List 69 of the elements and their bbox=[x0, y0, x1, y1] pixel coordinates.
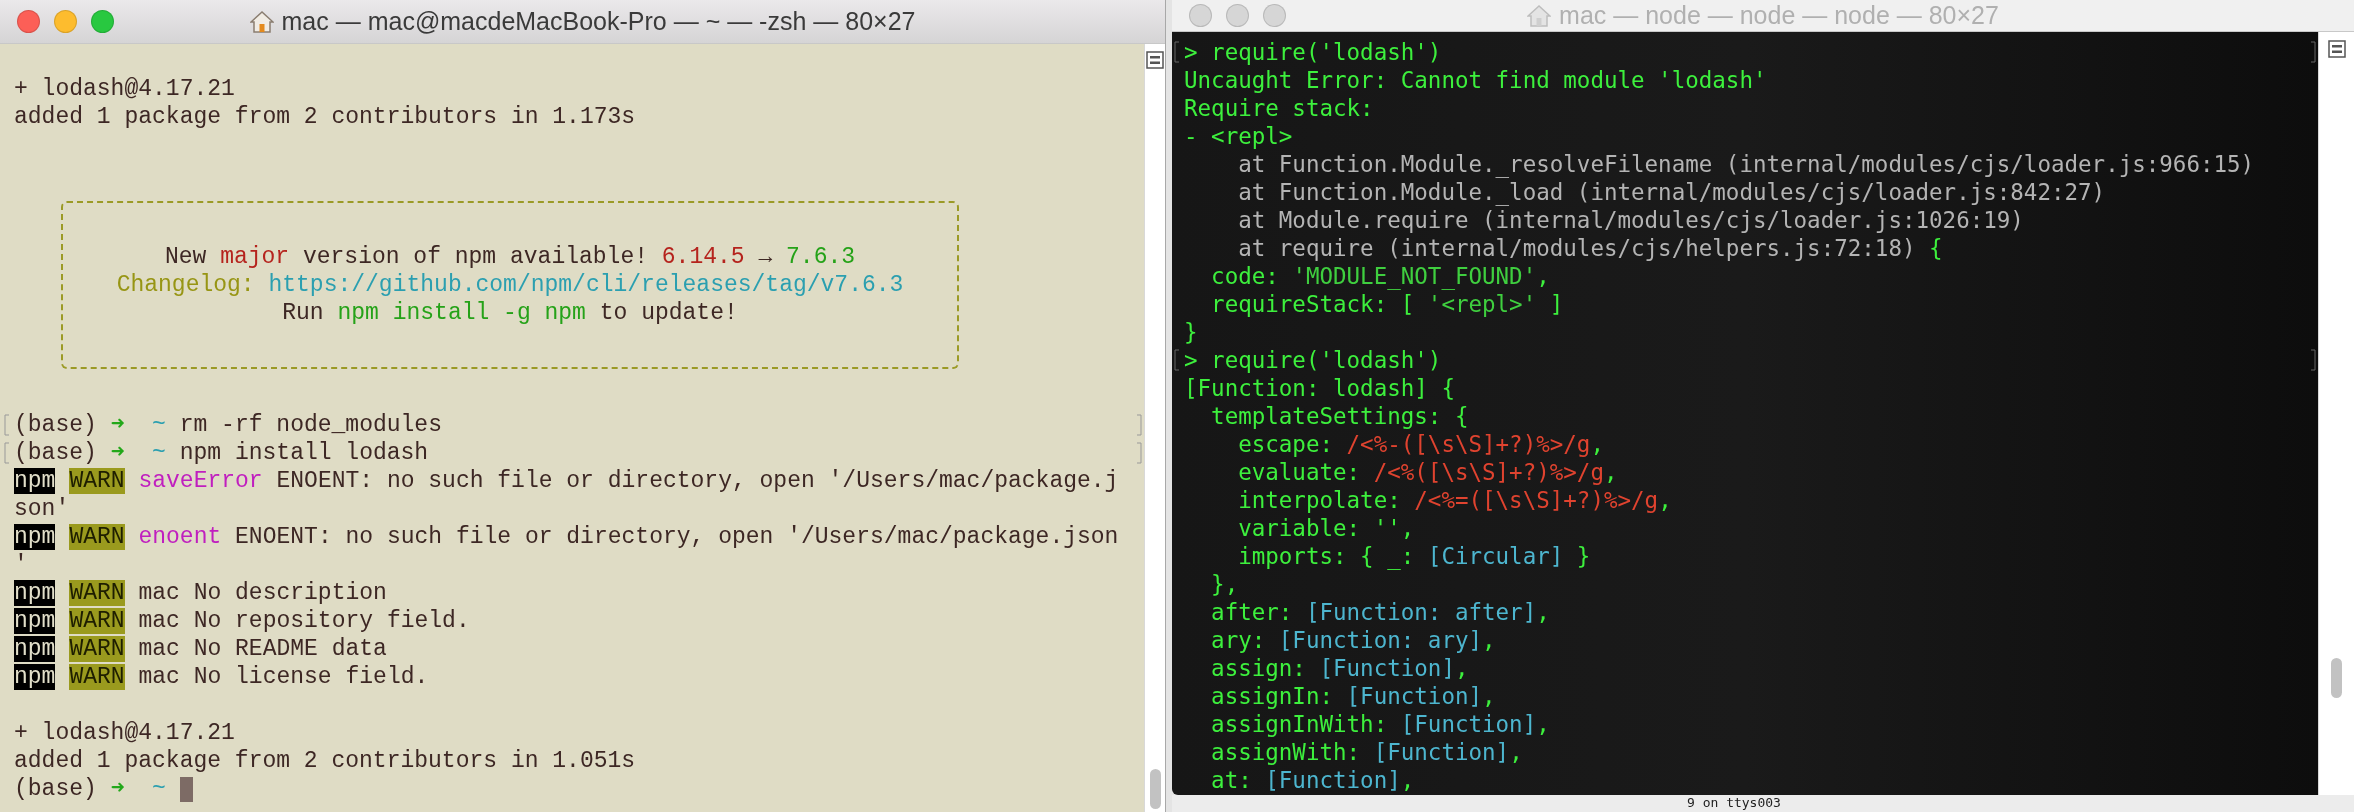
terminal-line: assignInWith: [Function], bbox=[1210, 710, 1550, 738]
terminal-line: + lodash@4.17.21 bbox=[14, 719, 235, 747]
terminal-line: assignIn: [Function], bbox=[1210, 682, 1496, 710]
terminal-line: ary: [Function: ary], bbox=[1210, 626, 1496, 654]
text-cursor bbox=[179, 776, 193, 802]
terminal-line: > require('lodash') bbox=[1184, 346, 1442, 374]
split-pane-icon[interactable] bbox=[2327, 40, 2346, 58]
terminal-line: at Module.require (internal/modules/cjs/loader.js:1026:19) bbox=[1237, 206, 2024, 234]
line-mark-icon bbox=[1174, 349, 1180, 371]
terminal-line: requireStack: [ '<repl>' ] bbox=[1210, 290, 1564, 318]
window-title: mac — mac@macdeMacBook-Pro — ~ — -zsh — 80×27 bbox=[281, 5, 916, 37]
terminal-line: assign: [Function], bbox=[1210, 654, 1469, 682]
terminal-line: added 1 package from 2 contributors in 1.051s bbox=[14, 747, 636, 775]
line-mark-icon bbox=[1174, 41, 1180, 63]
zoom-button[interactable] bbox=[1263, 4, 1286, 27]
terminal-line: evaluate: /<%([\s\S]+?)%>/g, bbox=[1237, 458, 1618, 486]
terminal-line: (base) ➜ ~ npm install lodash bbox=[14, 439, 429, 467]
terminal-line: assignWith: [Function], bbox=[1210, 738, 1523, 766]
home-icon bbox=[249, 10, 274, 33]
terminal-line: ' bbox=[14, 551, 28, 579]
terminal-line: templateSettings: { bbox=[1210, 402, 1469, 430]
terminal-line: npm WARN saveError ENOENT: no such file or directory, open '/Users/mac/package.j bbox=[14, 467, 1119, 495]
terminal-line: [Function: lodash] { bbox=[1184, 374, 1455, 402]
line-mark-icon bbox=[4, 442, 10, 464]
terminal-line: after: [Function: after], bbox=[1210, 598, 1550, 626]
scrollbar-thumb[interactable] bbox=[2331, 658, 2342, 698]
minimize-button[interactable] bbox=[54, 10, 77, 33]
terminal-line: npm WARN mac No README data bbox=[14, 635, 387, 663]
terminal-line: Changelog: https://github.com/npm/cli/releases/tag/v7.6.3 bbox=[116, 271, 904, 299]
terminal-line: npm WARN mac No description bbox=[14, 579, 387, 607]
terminal-line: at Function.Module._resolveFilename (internal/modules/cjs/loader.js:966:15) bbox=[1237, 150, 2255, 178]
terminal-line: npm WARN mac No license field. bbox=[14, 663, 429, 691]
terminal-line: } bbox=[1184, 318, 1198, 346]
terminal-line: npm WARN mac No repository field. bbox=[14, 607, 470, 635]
terminal-line: Require stack: bbox=[1184, 94, 1374, 122]
terminal-line: code: 'MODULE_NOT_FOUND', bbox=[1210, 262, 1550, 290]
terminal-line: - <repl> bbox=[1184, 122, 1293, 150]
line-mark-icon bbox=[1136, 442, 1142, 464]
terminal-line: + lodash@4.17.21 bbox=[14, 75, 235, 103]
terminal-line: interpolate: /<%=([\s\S]+?)%>/g, bbox=[1237, 486, 1672, 514]
terminal-line: variable: '', bbox=[1237, 514, 1415, 542]
zoom-button[interactable] bbox=[91, 10, 114, 33]
terminal-line: son' bbox=[14, 495, 70, 523]
scrollbar-thumb[interactable] bbox=[1149, 769, 1161, 809]
home-icon bbox=[1527, 4, 1552, 27]
line-mark-icon bbox=[2310, 41, 2316, 63]
terminal-line: Uncaught Error: Cannot find module 'lodash' bbox=[1184, 66, 1767, 94]
terminal-line: > require('lodash') bbox=[1184, 38, 1442, 66]
terminal-line: }, bbox=[1210, 570, 1239, 598]
close-button[interactable] bbox=[1189, 4, 1212, 27]
terminal-line: at: [Function], bbox=[1210, 766, 1415, 794]
close-button[interactable] bbox=[17, 10, 40, 33]
line-mark-icon bbox=[2310, 349, 2316, 371]
terminal-line: New major version of npm available! 6.14.5 → 7.6.3 bbox=[164, 243, 856, 271]
terminal-line: at Function.Module._load (internal/modules/cjs/loader.js:842:27) bbox=[1237, 178, 2106, 206]
terminal-line: at require (internal/modules/cjs/helpers.js:72:18) { bbox=[1237, 234, 1943, 262]
terminal-line: (base) ➜ ~ rm -rf node_modules bbox=[14, 411, 442, 439]
split-pane-icon[interactable] bbox=[1146, 51, 1164, 69]
background-text: 9 on ttys003 bbox=[1687, 795, 1781, 811]
line-mark-icon bbox=[1136, 414, 1142, 436]
terminal-line: imports: { _: [Circular] } bbox=[1237, 542, 1591, 570]
terminal-line: npm WARN enoent ENOENT: no such file or directory, open '/Users/mac/package.json bbox=[14, 523, 1119, 551]
terminal-line: (base) ➜ ~ bbox=[14, 775, 166, 803]
terminal-line: escape: /<%-([\s\S]+?)%>/g, bbox=[1237, 430, 1604, 458]
window-title: mac — node — node — node — 80×27 bbox=[1559, 0, 1999, 31]
terminal-line: Run npm install -g npm to update! bbox=[282, 299, 738, 327]
minimize-button[interactable] bbox=[1226, 4, 1249, 27]
line-mark-icon bbox=[4, 414, 10, 436]
terminal-line: added 1 package from 2 contributors in 1.173s bbox=[14, 103, 636, 131]
